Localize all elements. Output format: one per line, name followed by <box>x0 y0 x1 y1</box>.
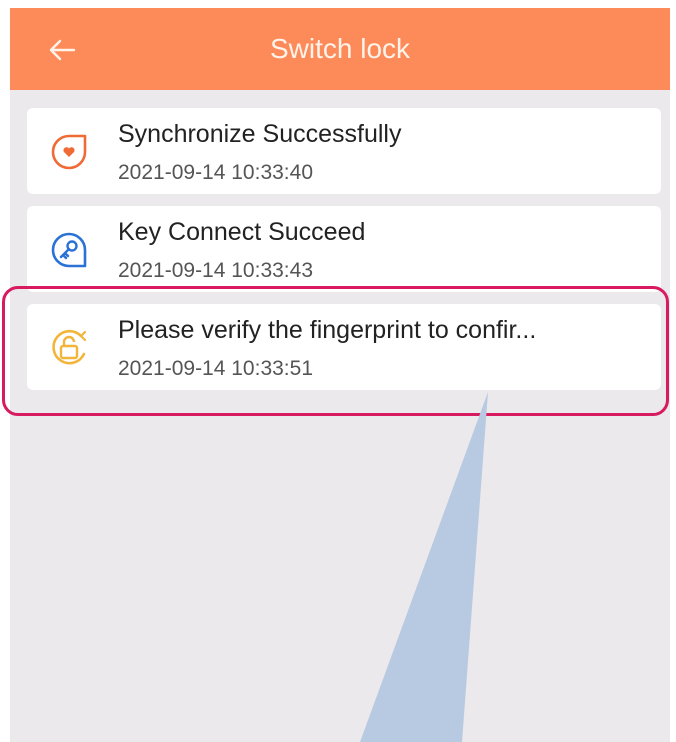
message-time: 2021-09-14 10:33:51 <box>118 357 313 380</box>
message-time: 2021-09-14 10:33:40 <box>118 161 313 184</box>
message-item-fingerprint[interactable]: Please verify the fingerprint to confir.… <box>27 304 661 390</box>
message-text: Please verify the fingerprint to confir.… <box>118 316 537 344</box>
page-title: Switch lock <box>269 33 411 64</box>
message-item-key[interactable]: Key Connect Succeed 2021-09-14 10:33:43 <box>27 206 661 292</box>
heart-chat-icon <box>51 134 87 170</box>
unlock-icon <box>52 329 87 365</box>
arrow-left-icon <box>49 39 76 61</box>
message-time: 2021-09-14 10:33:43 <box>118 259 313 282</box>
back-button[interactable] <box>42 32 82 68</box>
message-text: Key Connect Succeed <box>118 218 366 246</box>
app-screen: Switch lock Synchronize Successfully 202… <box>10 8 670 742</box>
message-item-sync[interactable]: Synchronize Successfully 2021-09-14 10:3… <box>27 108 661 194</box>
header-bar: Switch lock <box>10 8 670 90</box>
message-text: Synchronize Successfully <box>118 120 402 148</box>
key-icon <box>51 232 87 268</box>
